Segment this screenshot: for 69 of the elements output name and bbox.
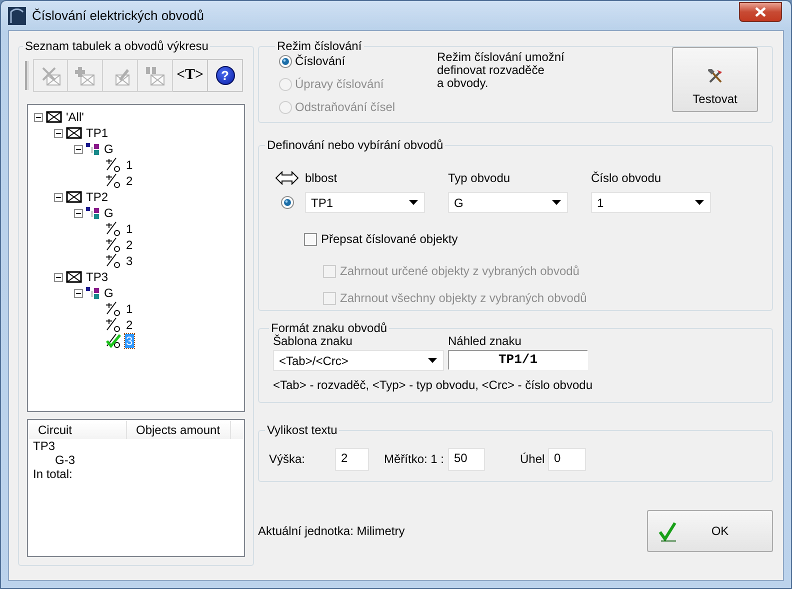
mode-description: Režim číslování umožní definovat rozvaděče a obvody.	[437, 51, 566, 92]
toolbar-button[interactable]: ?	[208, 59, 243, 92]
list-row-text: In total:	[33, 467, 72, 481]
envelope-plus-icon	[75, 66, 95, 86]
dropdown-caret-icon	[695, 200, 704, 205]
tree-item[interactable]: TP2	[85, 190, 110, 204]
input-field[interactable]: 50	[448, 448, 485, 470]
dropdown[interactable]: <Tab>/<Crc>	[273, 350, 444, 371]
close-icon	[755, 6, 766, 16]
group-title: Režim číslování	[276, 39, 363, 53]
preview-field: TP1/1	[448, 350, 588, 370]
test-button[interactable]: Testovat	[672, 47, 758, 112]
dropdown-caret-icon	[409, 200, 418, 205]
envelope-icon	[66, 127, 82, 139]
hint-text: <Tab> - rozvaděč, <Typ> - typ obvodu, <Crc> - číslo obvodu	[273, 378, 594, 392]
envelope-cross-icon	[40, 66, 60, 86]
dropdown-caret-icon	[428, 358, 437, 363]
field-label: Typ obvodu	[448, 171, 510, 185]
tools-icon	[708, 69, 722, 84]
tree-item[interactable]: 3	[125, 254, 134, 268]
envelope-icon	[66, 191, 82, 203]
envelope-icon	[66, 271, 82, 283]
ok-button[interactable]: OK	[647, 510, 773, 552]
tree-item[interactable]: 1	[125, 158, 134, 172]
group-title: Seznam tabulek a obvodů výkresu	[24, 39, 210, 53]
checkbox-label[interactable]: Přepsat číslované objekty	[321, 232, 458, 246]
radio-label[interactable]: Číslování	[295, 54, 346, 68]
dropdown[interactable]: TP1	[305, 192, 425, 213]
unit-label: Aktuální jednotka: Milimetry	[258, 524, 405, 538]
tree-item[interactable]: 1	[125, 222, 134, 236]
tree-item[interactable]: 2	[125, 174, 134, 188]
tree-item[interactable]: G	[103, 286, 114, 300]
input-field[interactable]: 2	[335, 448, 369, 470]
app-icon	[8, 6, 26, 24]
dropdown[interactable]: 1	[591, 192, 711, 213]
field-label: Měřítko: 1 :	[384, 452, 446, 466]
tree-item[interactable]: 2	[125, 238, 134, 252]
tree-item[interactable]: TP3	[85, 270, 110, 284]
colored-squares-icon	[86, 286, 100, 300]
toolbar-button[interactable]: <T>	[173, 59, 208, 92]
list-row-text: G-3	[55, 453, 76, 467]
input-field[interactable]: 0	[548, 448, 586, 470]
column-header[interactable]: Circuit	[29, 421, 127, 439]
field-label: blbost	[305, 171, 338, 185]
envelope-icon	[46, 111, 62, 123]
dropdown-caret-icon	[552, 200, 561, 205]
field-label: Šablona znaku	[273, 334, 354, 348]
double-arrow-icon	[275, 171, 299, 185]
tree-item[interactable]: 'All'	[65, 110, 85, 124]
group-title: Formát znaku obvodů	[270, 321, 388, 335]
tree-item[interactable]: TP1	[85, 126, 110, 140]
colored-squares-icon	[86, 206, 100, 220]
check-icon	[658, 520, 678, 542]
tree-item[interactable]: 2	[125, 318, 134, 332]
tree-item[interactable]: G	[103, 206, 114, 220]
close-button[interactable]	[739, 2, 782, 22]
field-label: Výška:	[269, 452, 306, 466]
list-row-text: TP3	[33, 439, 56, 453]
tree-item[interactable]: 1	[125, 302, 134, 316]
field-label: Úhel	[520, 452, 546, 466]
column-header[interactable]: Objects amount	[127, 421, 231, 439]
dropdown[interactable]: G	[448, 192, 568, 213]
tree-item[interactable]: G	[103, 142, 114, 156]
group-title: Vylikost textu	[266, 423, 338, 437]
field-label: Číslo obvodu	[591, 171, 662, 185]
window-title: Číslování elektrických obvodů	[32, 8, 205, 23]
colored-squares-icon	[86, 142, 100, 156]
field-label: Náhled znaku	[448, 334, 522, 348]
group-title: Definování nebo vybírání obvodů	[266, 138, 444, 152]
